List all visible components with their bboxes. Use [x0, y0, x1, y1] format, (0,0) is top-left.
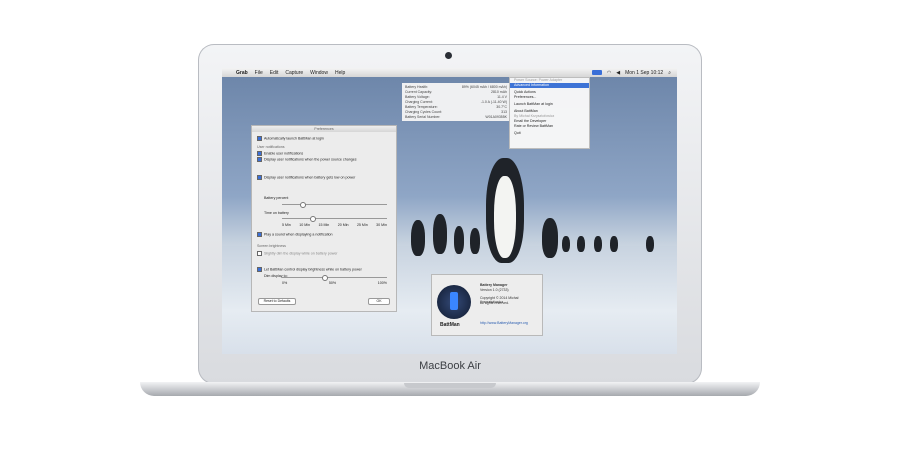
menu-capture[interactable]: Capture	[285, 70, 303, 76]
camera	[445, 52, 452, 59]
menu-item-advanced-information[interactable]: Advanced Information	[510, 83, 589, 88]
menu-file[interactable]: File	[255, 70, 263, 76]
dim-display-checkbox[interactable]	[257, 251, 262, 256]
battman-menu: Power Source: Power Adapter Advanced Inf…	[509, 77, 590, 149]
low-power-row[interactable]: Display user notifications when battery …	[257, 175, 355, 180]
laptop-notch	[404, 383, 496, 388]
tick: 25 Min	[356, 223, 368, 227]
tick: 5 Min	[282, 223, 291, 227]
tick: 100%	[377, 281, 387, 285]
penguin	[433, 214, 447, 254]
tick: 20 Min	[337, 223, 349, 227]
power-change-label: Display user notifications when the powe…	[264, 157, 357, 162]
time-ticks: 5 Min 10 Min 15 Min 20 Min 25 Min 30 Min	[282, 223, 387, 227]
penguin	[542, 218, 558, 258]
launch-login-checkbox[interactable]	[257, 136, 262, 141]
wifi-icon[interactable]: ◠	[607, 70, 611, 76]
ok-button[interactable]: OK	[368, 298, 390, 305]
section-user-notifications: User notifications	[257, 145, 285, 149]
website-link[interactable]: http://www.BatteryManager.org	[480, 321, 528, 325]
app-badge: BattMan	[440, 322, 460, 328]
enable-notifications-checkbox[interactable]	[257, 151, 262, 156]
battery-icon[interactable]	[591, 70, 602, 75]
play-sound-label: Play a sound when displaying a notificat…	[264, 232, 333, 237]
low-power-checkbox[interactable]	[257, 175, 262, 180]
menu-help[interactable]: Help	[335, 70, 345, 76]
about-window: BattMan Battery Manager Version 1.0 (273…	[431, 274, 543, 336]
penguin	[646, 236, 654, 252]
menu-item-launch-at-login[interactable]: Launch BattMan at login	[510, 102, 589, 107]
tick: 15 Min	[318, 223, 330, 227]
tick: 10 Min	[299, 223, 311, 227]
menu-grab[interactable]: Grab	[236, 70, 248, 76]
search-icon[interactable]: ⌕	[668, 70, 671, 76]
penguin	[454, 226, 464, 254]
preferences-window: Preferences Automatically launch BattMan…	[251, 125, 397, 312]
screen: Grab File Edit Capture Window Help ◠ ◀ M…	[222, 68, 677, 354]
control-brightness-label: Let BattMan control display brightness w…	[264, 267, 362, 272]
section-screen-brightness: Screen brightness	[257, 244, 286, 248]
laptop-bezel: Grab File Edit Capture Window Help ◠ ◀ M…	[198, 44, 702, 384]
battman-app-icon	[437, 285, 471, 319]
info-value: W01A09355K	[485, 115, 507, 119]
tick: 50%	[328, 281, 337, 285]
time-on-battery-slider[interactable]	[282, 216, 387, 222]
slider-knob[interactable]	[310, 216, 316, 222]
enable-notifications-label: Enable user notifications	[264, 151, 304, 156]
clock[interactable]: Mon 1 Sep 10:12	[625, 70, 663, 76]
launch-login-row[interactable]: Automatically launch BattMan at login	[257, 136, 324, 141]
menu-bar: Grab File Edit Capture Window Help ◠ ◀ M…	[222, 68, 677, 77]
penguin-belly	[494, 176, 516, 258]
app-version: Version 1.0 (2733)	[480, 288, 509, 292]
power-change-row[interactable]: Display user notifications when the powe…	[257, 157, 357, 162]
menu-item-rate-review[interactable]: Rate or Review BattMan	[510, 124, 589, 129]
reset-defaults-button[interactable]: Reset to Defaults	[258, 298, 296, 305]
slider-knob[interactable]	[300, 202, 306, 208]
dim-ticks: 0% 50% 100%	[282, 281, 387, 285]
volume-icon[interactable]: ◀	[616, 70, 620, 76]
info-label: Battery Serial Number:	[405, 115, 441, 119]
penguin	[594, 236, 602, 252]
battery-percent-slider[interactable]	[282, 202, 387, 208]
play-sound-row[interactable]: Play a sound when displaying a notificat…	[257, 232, 333, 237]
menu-window[interactable]: Window	[310, 70, 328, 76]
dim-display-slider[interactable]	[282, 275, 387, 281]
info-row: Battery Serial Number: W01A09355K	[405, 115, 507, 120]
enable-notifications-row[interactable]: Enable user notifications	[257, 151, 303, 156]
control-brightness-row[interactable]: Let BattMan control display brightness w…	[257, 267, 362, 272]
tick: 30 Min	[376, 223, 387, 227]
laptop-brand: MacBook Air	[419, 360, 481, 372]
penguin	[577, 236, 585, 252]
status-area: ◠ ◀ Mon 1 Sep 10:12 ⌕	[587, 68, 671, 77]
penguin	[610, 236, 618, 252]
battery-info-popup: Battery Health: 89% (6045 mAh / 6800 mAh)…	[402, 83, 510, 121]
battery-cell-icon	[450, 292, 458, 310]
menu-edit[interactable]: Edit	[270, 70, 279, 76]
battery-percent-label: Battery percent	[264, 196, 289, 200]
dim-display-row[interactable]: Slightly dim the display while on batter…	[257, 251, 338, 256]
low-power-label: Display user notifications when battery …	[264, 175, 356, 180]
play-sound-checkbox[interactable]	[257, 232, 262, 237]
launch-login-label: Automatically launch BattMan at login	[264, 136, 324, 141]
penguin	[411, 220, 425, 256]
menu-item-quit[interactable]: Quit	[510, 131, 589, 136]
control-brightness-checkbox[interactable]	[257, 267, 262, 272]
dim-display-label: Slightly dim the display while on batter…	[264, 251, 338, 256]
rights: All rights reserved.	[480, 301, 509, 305]
time-on-battery-label: Time on battery	[264, 211, 289, 215]
menu-item-preferences[interactable]: Preferences...	[510, 95, 589, 100]
window-title: Preferences	[252, 126, 396, 132]
penguin	[562, 236, 570, 252]
app-name: Battery Manager	[480, 283, 508, 287]
tick: 0%	[282, 281, 288, 285]
power-change-checkbox[interactable]	[257, 157, 262, 162]
penguin	[470, 228, 480, 254]
